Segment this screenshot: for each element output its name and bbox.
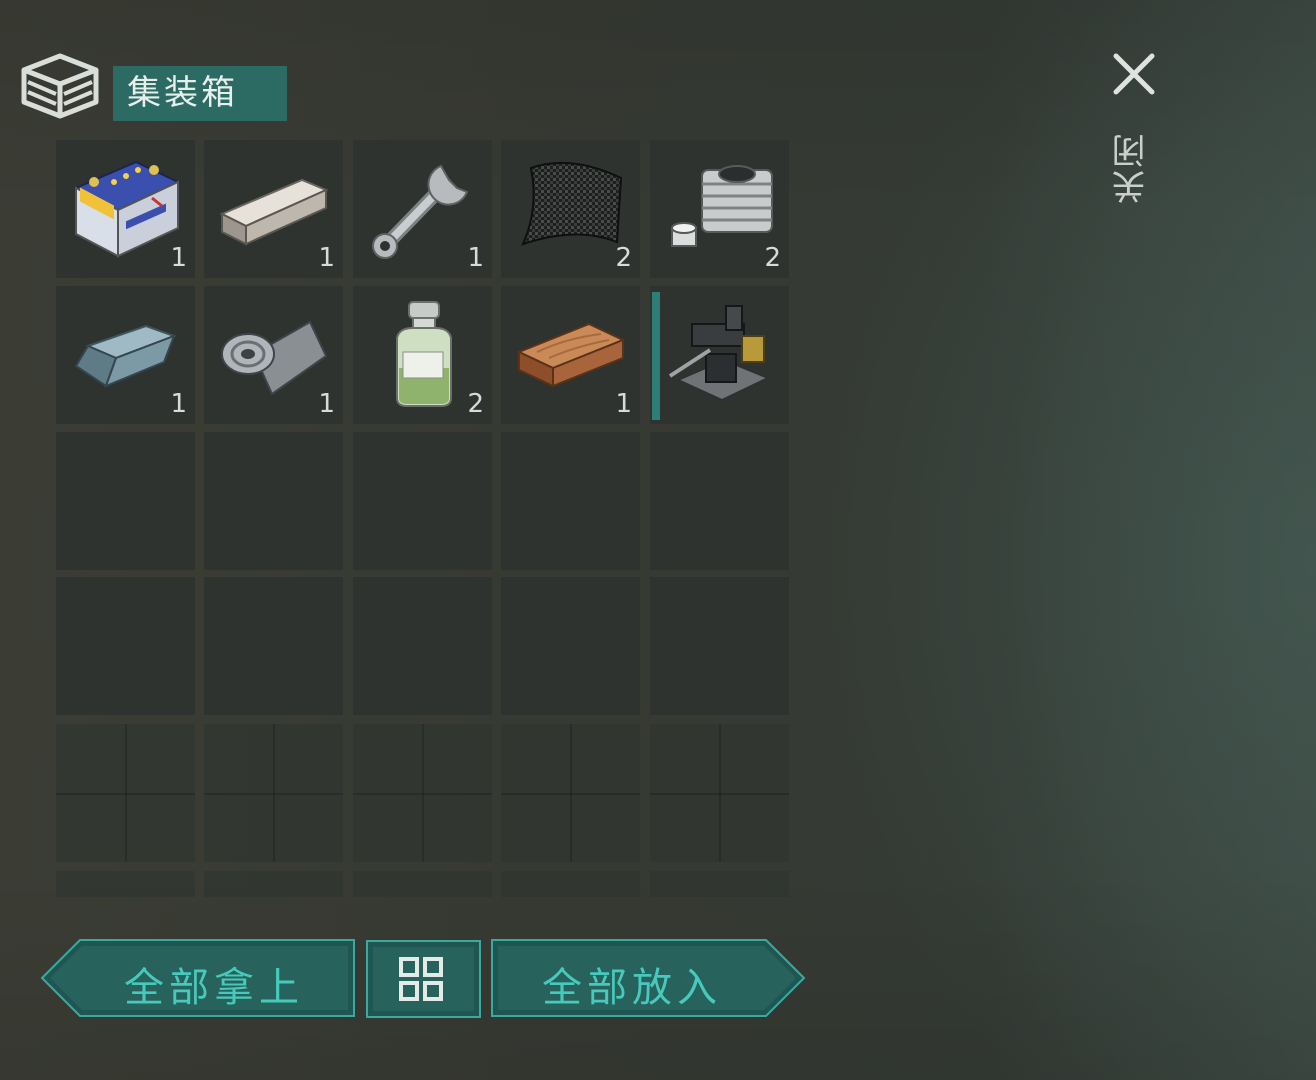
slot-steel-bar[interactable]: 1 xyxy=(204,140,343,278)
wrench-icon xyxy=(372,164,469,259)
empty-slot[interactable] xyxy=(501,724,640,862)
slot-divider xyxy=(570,724,572,862)
item-count: 1 xyxy=(170,243,187,273)
empty-slot[interactable] xyxy=(204,577,343,715)
empty-slot[interactable] xyxy=(204,432,343,570)
empty-slot[interactable] xyxy=(204,871,343,897)
take-all-label: 全部拿上 xyxy=(124,965,304,1011)
close-button[interactable]: 关闭 xyxy=(1108,50,1160,220)
empty-slot[interactable] xyxy=(501,871,640,897)
slot-wooden-plank[interactable]: 1 xyxy=(501,286,640,424)
slot-divider xyxy=(719,724,721,862)
item-count: 2 xyxy=(615,243,632,273)
slot-divider xyxy=(125,724,127,862)
metal-ingot-icon xyxy=(74,324,177,388)
empty-slot[interactable] xyxy=(204,724,343,862)
slot-metal-ingot[interactable]: 1 xyxy=(56,286,195,424)
slot-bench-vise[interactable] xyxy=(650,286,789,424)
slot-wrench[interactable]: 1 xyxy=(353,140,492,278)
empty-slot[interactable] xyxy=(650,871,789,897)
sort-grid-icon xyxy=(399,957,443,1001)
put-all-button[interactable]: 全部放入 xyxy=(490,938,806,1018)
steel-bar-icon xyxy=(219,178,329,246)
car-battery-icon xyxy=(73,160,181,258)
empty-slot[interactable] xyxy=(56,577,195,715)
sort-button[interactable] xyxy=(366,940,481,1018)
slot-carbon-fiber-sheet[interactable]: 2 xyxy=(501,140,640,278)
slot-divider xyxy=(422,724,424,862)
close-label: 关闭 xyxy=(1112,132,1152,204)
slot-car-battery[interactable]: 1 xyxy=(56,140,195,278)
container-title: 集装箱 xyxy=(113,66,287,121)
slot-engine-cylinder[interactable]: 2 xyxy=(650,140,789,278)
item-count: 1 xyxy=(467,243,484,273)
selection-indicator xyxy=(652,292,660,420)
carbon-fiber-sheet-icon xyxy=(521,161,623,246)
slot-divider xyxy=(273,724,275,862)
item-count: 1 xyxy=(615,389,632,419)
item-count: 1 xyxy=(318,243,335,273)
empty-slot[interactable] xyxy=(501,432,640,570)
slot-sulfuric-acid[interactable]: 2 xyxy=(353,286,492,424)
close-icon[interactable] xyxy=(1110,50,1158,98)
empty-slot[interactable] xyxy=(56,724,195,862)
item-count: 1 xyxy=(170,389,187,419)
empty-slot[interactable] xyxy=(56,871,195,897)
item-count: 2 xyxy=(467,389,484,419)
put-all-label: 全部放入 xyxy=(542,965,722,1011)
empty-slot[interactable] xyxy=(353,724,492,862)
slot-metal-sheet-roll[interactable]: 1 xyxy=(204,286,343,424)
crate-icon xyxy=(20,50,100,122)
empty-slot[interactable] xyxy=(650,432,789,570)
metal-sheet-roll-icon xyxy=(221,320,328,396)
empty-slot[interactable] xyxy=(353,871,492,897)
wooden-plank-icon xyxy=(516,322,626,388)
item-count: 1 xyxy=(318,389,335,419)
take-all-button[interactable]: 全部拿上 xyxy=(40,938,356,1018)
empty-slot[interactable] xyxy=(56,432,195,570)
empty-slot[interactable] xyxy=(353,432,492,570)
empty-slot[interactable] xyxy=(650,724,789,862)
item-count: 2 xyxy=(764,243,781,273)
empty-slot[interactable] xyxy=(353,577,492,715)
engine-cylinder-icon xyxy=(671,165,773,247)
acid-bottle-icon xyxy=(396,301,452,407)
bench-vise-icon xyxy=(668,305,771,402)
empty-slot[interactable] xyxy=(650,577,789,715)
empty-slot[interactable] xyxy=(501,577,640,715)
